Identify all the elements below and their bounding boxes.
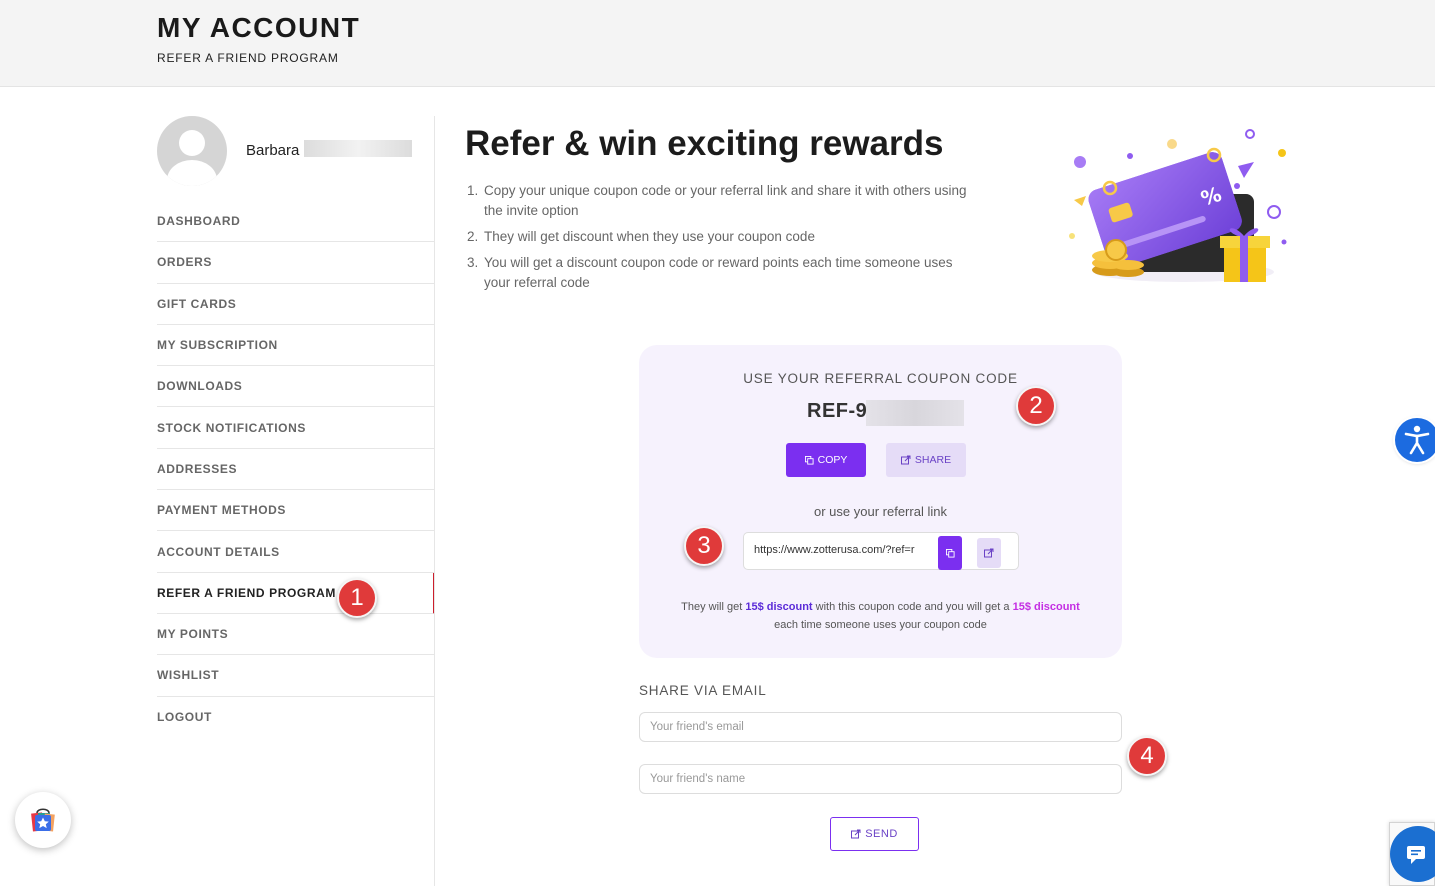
note-text: with this coupon code and you will get a (812, 601, 1013, 613)
sidebar-divider (434, 116, 435, 886)
note-text: each time someone uses your coupon code (774, 619, 987, 631)
share-via-email-heading: SHARE VIA EMAIL (639, 683, 767, 698)
redacted-last-name (304, 140, 412, 157)
share-coupon-button[interactable]: SHARE (886, 443, 966, 477)
sidebar-item-downloads[interactable]: DOWNLOADS (157, 366, 435, 408)
coupon-label: USE YOUR REFERRAL COUPON CODE (743, 371, 1018, 386)
step-item: 3. You will get a discount coupon code or… (467, 253, 967, 293)
copy-coupon-button[interactable]: COPY (786, 443, 866, 477)
discount-note: They will get 15$ discount with this cou… (639, 598, 1122, 634)
share-icon (851, 829, 861, 839)
sidebar-item-account-details[interactable]: ACCOUNT DETAILS (157, 531, 435, 573)
sidebar-item-logout[interactable]: LOGOUT (157, 697, 435, 738)
step-number: 2. (467, 229, 479, 244)
sidebar-item-payment-methods[interactable]: PAYMENT METHODS (157, 490, 435, 532)
avatar-head-shape (179, 130, 205, 156)
step-number: 1. (467, 183, 479, 198)
chat-icon (1407, 846, 1425, 864)
step-text: Copy your unique coupon code or your ref… (484, 183, 967, 218)
accessibility-button[interactable] (1395, 418, 1435, 462)
page-header: MY ACCOUNT REFER A FRIEND PROGRAM (0, 0, 1435, 87)
avatar (157, 116, 227, 186)
step-item: 2. They will get discount when they use y… (467, 227, 967, 247)
accessibility-icon (1404, 425, 1430, 455)
copy-button-label: COPY (817, 454, 848, 466)
referral-link-field[interactable]: https://www.zotterusa.com/?ref=r (743, 532, 1019, 570)
step-text: They will get discount when they use you… (484, 229, 815, 244)
sidebar-item-dashboard[interactable]: DASHBOARD (157, 201, 435, 243)
avatar-body-shape (167, 160, 217, 186)
loyalty-bag-icon (31, 808, 55, 832)
sidebar-item-stock-notifications[interactable]: STOCK NOTIFICATIONS (157, 407, 435, 449)
account-nav: DASHBOARD ORDERS GIFT CARDS MY SUBSCRIPT… (157, 201, 435, 738)
page-subtitle: REFER A FRIEND PROGRAM (157, 51, 339, 65)
sidebar-item-orders[interactable]: ORDERS (157, 242, 435, 284)
step-text: You will get a discount coupon code or r… (484, 255, 953, 290)
sidebar-item-gift-cards[interactable]: GIFT CARDS (157, 284, 435, 325)
sidebar-item-wishlist[interactable]: WISHLIST (157, 655, 435, 697)
rewards-illustration: % (1069, 129, 1287, 282)
share-button-label: SHARE (914, 454, 952, 466)
annotation-marker-3: 3 (684, 526, 724, 566)
copy-link-button[interactable] (938, 536, 962, 570)
friend-email-input[interactable] (639, 712, 1122, 742)
copy-icon (945, 548, 955, 558)
send-button[interactable]: SEND (830, 817, 919, 851)
note-text: They will get (681, 601, 746, 613)
send-button-label: SEND (865, 828, 898, 840)
step-number: 3. (467, 255, 479, 270)
share-link-button[interactable] (977, 538, 1001, 568)
annotation-marker-2: 2 (1016, 386, 1056, 426)
coupon-code: REF-9 (807, 400, 868, 422)
copy-icon (804, 455, 814, 465)
page-title: MY ACCOUNT (157, 12, 361, 43)
referral-link-text[interactable]: https://www.zotterusa.com/?ref=r (754, 544, 936, 556)
annotation-marker-1: 1 (337, 578, 377, 618)
referral-link-caption: or use your referral link (814, 504, 947, 519)
sidebar-item-refer-a-friend[interactable]: REFER A FRIEND PROGRAM (157, 572, 435, 614)
user-name: Barbara (246, 142, 300, 159)
redacted-coupon-code (866, 400, 964, 426)
sidebar-item-addresses[interactable]: ADDRESSES (157, 449, 435, 491)
your-discount: 15$ discount (1012, 601, 1080, 613)
loyalty-rewards-widget[interactable] (15, 792, 71, 848)
main-heading: Refer & win exciting rewards (465, 124, 944, 163)
friend-name-input[interactable] (639, 764, 1122, 794)
step-item: 1. Copy your unique coupon code or your r… (467, 181, 967, 221)
friend-discount: 15$ discount (745, 601, 813, 613)
share-icon (900, 455, 911, 465)
share-icon (984, 548, 994, 558)
referral-steps: 1. Copy your unique coupon code or your r… (467, 181, 967, 299)
annotation-marker-4: 4 (1127, 736, 1167, 776)
sidebar-item-my-subscription[interactable]: MY SUBSCRIPTION (157, 325, 435, 367)
sidebar-item-my-points[interactable]: MY POINTS (157, 614, 435, 656)
